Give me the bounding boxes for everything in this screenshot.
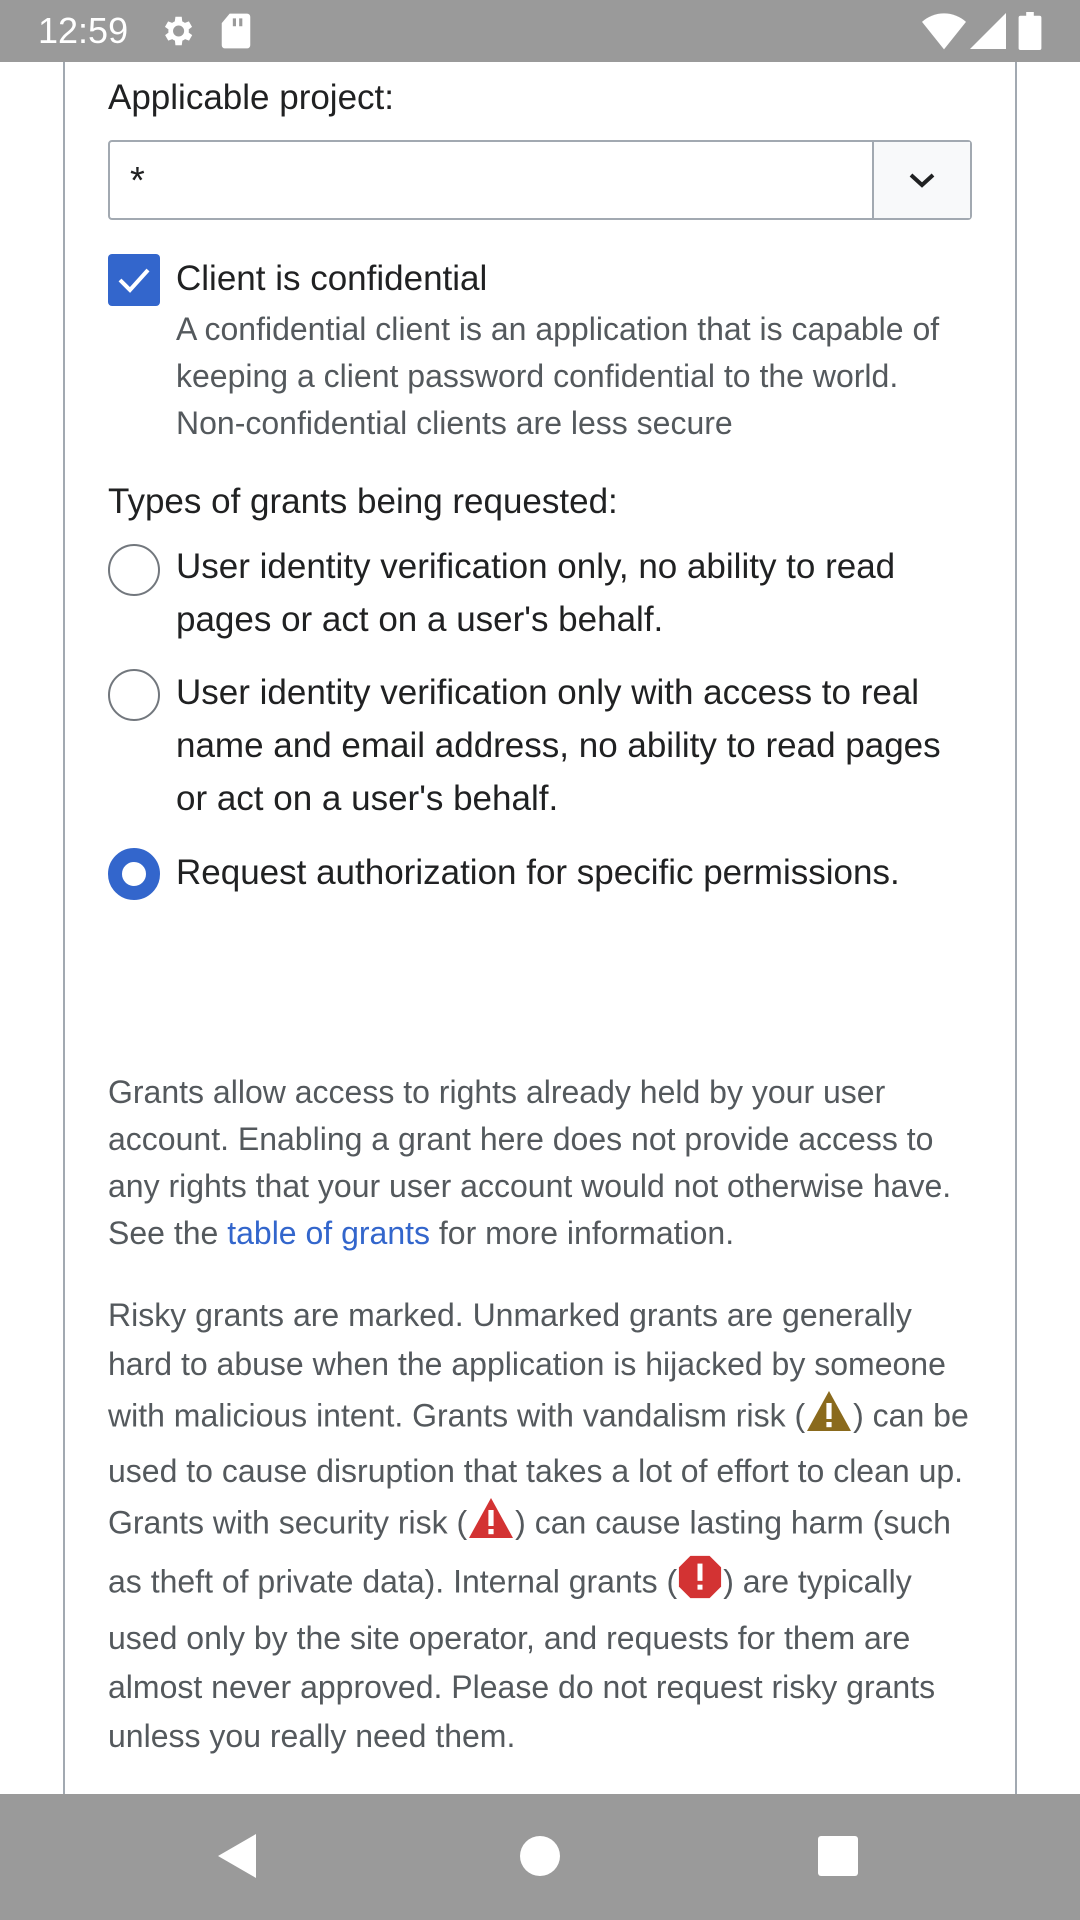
back-icon[interactable] [206,1824,270,1888]
grant-option-label-1[interactable]: User identity verification only, no abil… [176,540,976,646]
frame-right-border [1015,62,1017,1794]
recents-icon[interactable] [806,1824,870,1888]
internal-grant-icon [677,1554,723,1614]
grant-option-radio-1[interactable] [108,544,160,596]
wifi-icon [922,12,966,55]
grant-option-label-2[interactable]: User identity verification only with acc… [176,666,976,825]
applicable-project-value: * [130,160,145,202]
sd-card-icon [220,12,252,55]
grants-info-text-end: for more information. [430,1215,735,1251]
grant-option-radio-3[interactable] [108,848,160,900]
navigation-bar [0,1794,1080,1920]
chevron-down-icon[interactable] [872,142,970,218]
grants-info-paragraph: Grants allow access to rights already he… [108,1069,978,1257]
status-time: 12:59 [38,10,129,51]
grant-option-radio-2[interactable] [108,669,160,721]
confidential-checkbox[interactable] [108,254,160,306]
checkmark-icon [118,268,150,293]
home-icon[interactable] [508,1824,572,1888]
confidential-label[interactable]: Client is confidential [176,252,976,305]
table-of-grants-link[interactable]: table of grants [227,1215,430,1251]
applicable-project-select[interactable]: * [108,140,972,220]
confidential-help: A confidential client is an application … [176,311,940,441]
frame-left-border [63,62,65,1794]
risky-grants-paragraph: Risky grants are marked. Unmarked grants… [108,1291,978,1761]
grant-option-label-3[interactable]: Request authorization for specific permi… [176,846,976,899]
grants-type-label: Types of grants being requested: [108,482,618,521]
settings-icon [158,12,196,55]
vandalism-warning-icon [805,1389,853,1447]
signal-icon [970,12,1006,55]
security-warning-icon [467,1496,515,1554]
battery-icon [1018,12,1042,55]
applicable-project-label: Applicable project: [108,78,394,117]
status-bar: 12:59 [0,0,1080,62]
